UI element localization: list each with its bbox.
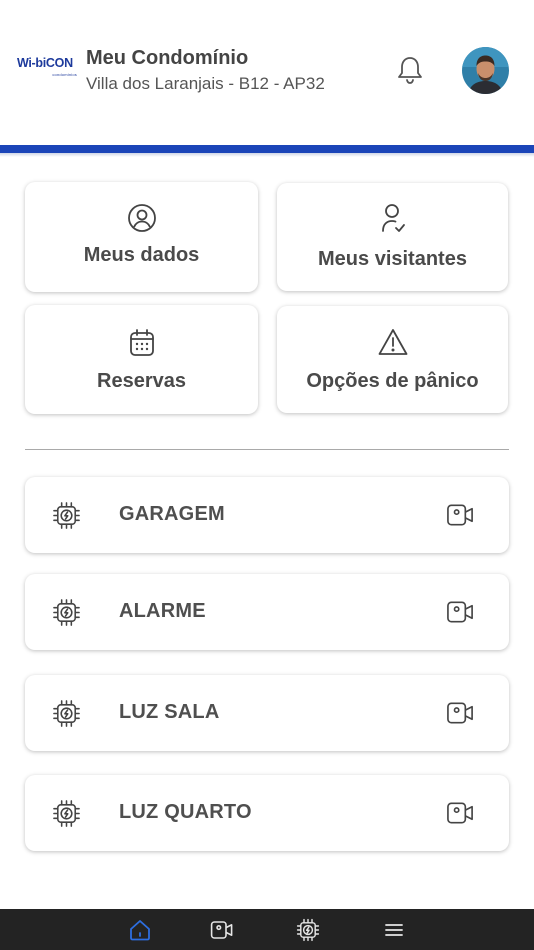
device-name: LUZ SALA xyxy=(119,701,220,723)
device-name: LUZ QUARTO xyxy=(119,801,252,823)
bottom-navigation xyxy=(0,909,534,950)
nav-devices[interactable] xyxy=(296,918,320,942)
user-check-icon xyxy=(381,204,405,232)
device-row-garagem[interactable]: GARAGEM xyxy=(25,477,509,553)
chip-icon xyxy=(53,599,80,626)
card-label: Meus visitantes xyxy=(318,248,467,270)
card-label: Opções de pânico xyxy=(306,370,479,392)
card-label: Reservas xyxy=(97,370,186,392)
nav-menu[interactable] xyxy=(382,918,406,942)
card-meus-visitantes[interactable]: Meus visitantes xyxy=(277,183,508,291)
bell-icon[interactable] xyxy=(396,55,424,85)
card-meus-dados[interactable]: Meus dados xyxy=(25,182,258,292)
app-header: Wi-biCON condominios Meu Condomínio Vill… xyxy=(0,0,534,145)
device-name: ALARME xyxy=(119,600,206,622)
logo-subtext: condominios xyxy=(52,72,77,77)
home-icon xyxy=(130,920,150,941)
wibicon-logo: Wi-biCON condominios xyxy=(17,56,79,78)
logo-text: Wi-biCON xyxy=(17,56,73,70)
condominium-title: Meu Condomínio xyxy=(86,47,249,69)
video-camera-icon[interactable] xyxy=(446,502,475,528)
card-reservas[interactable]: Reservas xyxy=(25,305,258,414)
video-camera-icon[interactable] xyxy=(446,700,475,726)
device-name: GARAGEM xyxy=(119,503,225,525)
section-divider xyxy=(25,449,509,450)
card-label: Meus dados xyxy=(83,244,200,266)
user-avatar[interactable] xyxy=(462,47,509,94)
device-row-luz-sala[interactable]: LUZ SALA xyxy=(25,675,509,751)
chip-icon xyxy=(296,918,320,942)
nav-cameras[interactable] xyxy=(210,918,234,942)
header-accent-shadow xyxy=(0,153,534,157)
menu-icon xyxy=(385,924,403,936)
chip-icon xyxy=(53,502,80,529)
video-camera-icon[interactable] xyxy=(446,599,475,625)
chip-icon xyxy=(53,800,80,827)
card-opcoes-de-panico[interactable]: Opções de pânico xyxy=(277,306,508,413)
video-camera-icon xyxy=(210,921,233,939)
video-camera-icon[interactable] xyxy=(446,800,475,826)
nav-home[interactable] xyxy=(128,918,152,942)
device-row-luz-quarto[interactable]: LUZ QUARTO xyxy=(25,775,509,851)
chip-icon xyxy=(53,700,80,727)
condominium-unit: Villa dos Laranjais - B12 - AP32 xyxy=(86,74,325,93)
user-circle-icon xyxy=(127,204,156,232)
header-accent-bar xyxy=(0,145,534,153)
calendar-icon xyxy=(129,329,154,356)
device-row-alarme[interactable]: ALARME xyxy=(25,574,509,650)
warning-triangle-icon xyxy=(378,329,407,355)
